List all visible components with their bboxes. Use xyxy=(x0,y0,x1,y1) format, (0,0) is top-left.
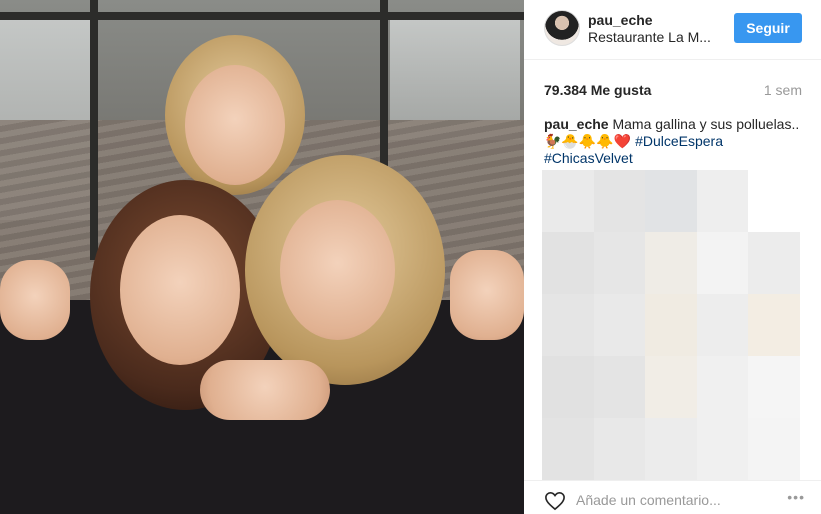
follow-button[interactable]: Seguir xyxy=(734,13,802,43)
location[interactable]: Restaurante La M... xyxy=(588,29,711,45)
caption: pau_eche Mama gallina y sus polluelas.. … xyxy=(544,116,806,167)
likes-count[interactable]: 79.384 Me gusta xyxy=(544,82,651,98)
person-left-face xyxy=(120,215,240,365)
person-back-face xyxy=(185,65,285,185)
photo-hand-right xyxy=(450,250,524,340)
person-right-face xyxy=(280,200,395,340)
hashtag-chicasvelvet[interactable]: #ChicasVelvet xyxy=(544,150,633,166)
photo-frame xyxy=(0,12,524,20)
post-sidebar: pau_eche Restaurante La M... Seguir 79.3… xyxy=(524,0,821,514)
comment-bar: Añade un comentario... ••• xyxy=(524,480,821,514)
post-photo[interactable] xyxy=(0,0,524,514)
hashtag-dulceespera[interactable]: #DulceEspera xyxy=(635,133,723,149)
caption-username[interactable]: pau_eche xyxy=(544,116,609,132)
post-time[interactable]: 1 sem xyxy=(764,82,802,98)
more-options-icon[interactable]: ••• xyxy=(787,489,805,505)
blurred-comments xyxy=(542,170,800,480)
photo-hands xyxy=(200,360,330,420)
comment-input[interactable]: Añade un comentario... xyxy=(576,492,721,508)
photo-hand-left xyxy=(0,260,70,340)
post-header: pau_eche Restaurante La M... Seguir xyxy=(524,0,821,60)
heart-icon[interactable] xyxy=(544,491,566,511)
username[interactable]: pau_eche xyxy=(588,12,653,28)
avatar[interactable] xyxy=(544,10,580,46)
photo-frame xyxy=(90,0,98,260)
